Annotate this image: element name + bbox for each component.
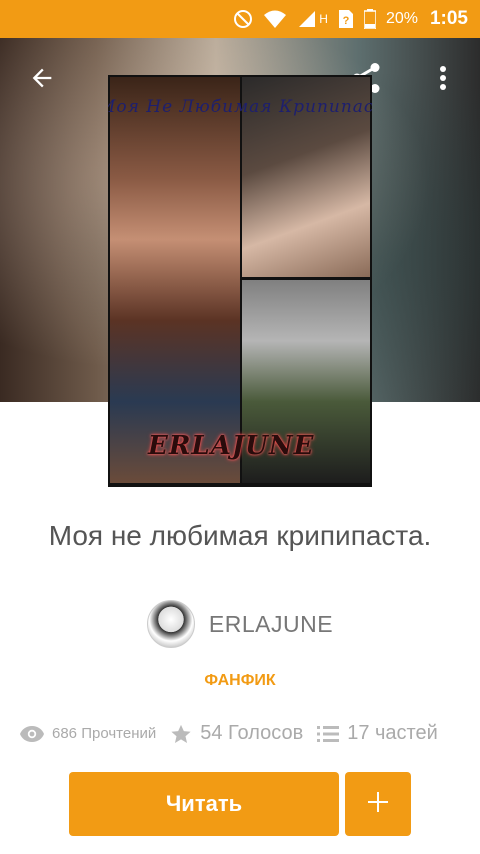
read-button[interactable]: Читать — [69, 772, 339, 836]
more-vert-icon — [439, 65, 447, 96]
status-bar: H ? 20% 1:05 — [0, 0, 480, 38]
star-icon — [170, 723, 192, 745]
clock: 1:05 — [429, 8, 468, 29]
reads-stat: 686 Прочтений — [20, 725, 156, 742]
eye-icon — [20, 725, 44, 742]
wifi-icon — [263, 9, 287, 29]
author-row[interactable]: ERLAJUNE — [0, 600, 480, 648]
author-name[interactable]: ERLAJUNE — [209, 611, 333, 638]
votes-stat: 54 Голосов — [170, 722, 303, 745]
cover-author-text: ERLAJUNE — [148, 431, 315, 461]
battery-level: 20% — [385, 10, 418, 27]
avatar[interactable] — [146, 600, 195, 648]
dnd-icon — [233, 9, 253, 29]
category-label[interactable]: ФАНФИК — [0, 672, 480, 690]
parts-stat: 17 частей — [317, 722, 438, 745]
more-menu-button[interactable] — [423, 60, 463, 100]
cover-panel-left — [110, 77, 240, 483]
svg-text:?: ? — [343, 15, 350, 27]
arrow-left-icon — [28, 64, 56, 97]
story-stats: 686 Прочтений 54 Голосов 17 частей — [20, 722, 465, 745]
signal-icon — [297, 9, 317, 29]
sim-unknown-icon: ? — [338, 9, 354, 29]
reads-count: 686 Прочтений — [52, 725, 157, 742]
votes-count: 54 Голосов — [200, 722, 304, 744]
back-button[interactable] — [22, 60, 62, 100]
story-title: Моя не любимая крипипаста. — [48, 520, 432, 551]
network-type: H — [319, 12, 328, 26]
cover-title-text: Моя Не Любимая Крипипаста — [108, 97, 372, 117]
list-icon — [317, 725, 340, 743]
plus-icon — [367, 791, 389, 818]
battery-icon — [363, 9, 376, 29]
parts-count: 17 частей — [347, 722, 438, 744]
add-to-library-button[interactable] — [345, 772, 411, 836]
story-cover[interactable]: Моя Не Любимая Крипипаста ERLAJUNE — [108, 75, 372, 487]
